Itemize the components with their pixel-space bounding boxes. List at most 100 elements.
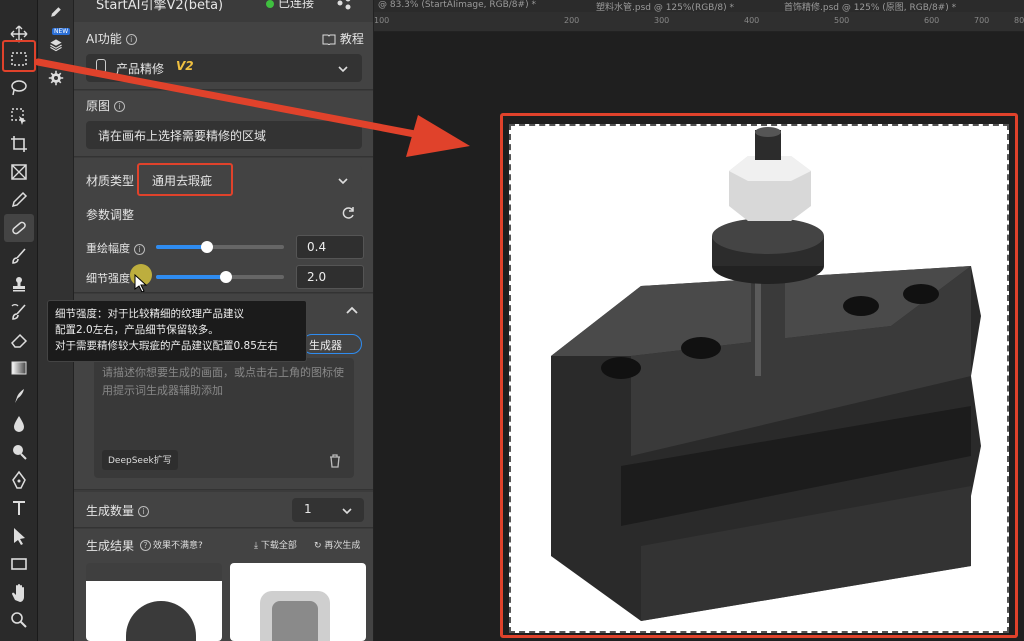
pen-tool-icon[interactable] — [4, 466, 34, 494]
detail-value-field[interactable]: 2.0 — [296, 265, 364, 289]
connection-status: 已连接 — [278, 0, 315, 10]
status-dot — [266, 0, 274, 8]
chevron-up-icon[interactable] — [346, 306, 358, 316]
redraw-value: 0.4 — [307, 240, 327, 254]
share-icon[interactable] — [336, 0, 352, 10]
object-select-tool-icon[interactable] — [4, 102, 34, 130]
frame-tool-icon[interactable] — [4, 158, 34, 186]
canvas-highlight-box — [500, 113, 1018, 638]
ruler-tick: 300 — [654, 16, 670, 25]
detail-text: 细节强度 — [86, 272, 130, 285]
version-badge: V2 — [176, 59, 194, 73]
zoom-tool-icon[interactable] — [4, 606, 34, 634]
unsatisfied-link[interactable]: ? 效果不满意? — [140, 538, 203, 551]
deepseek-text: DeepSeek扩写 — [108, 456, 172, 466]
rectangle-tool-icon[interactable] — [4, 550, 34, 578]
tooltip-line-3: 对于需要精修较大瑕疵的产品建议配置0.85左右 — [55, 340, 278, 352]
type-tool-icon[interactable] — [4, 494, 34, 522]
original-select-hint[interactable]: 请在画布上选择需要精修的区域 — [86, 121, 362, 149]
regenerate-button[interactable]: ↻ 再次生成 — [314, 538, 360, 551]
material-params-section: 材质类型 通用去瑕疵 参数调整 重绘幅度 i 0.4 细节强度 2.0 — [74, 158, 373, 293]
tooltip-line-1: 细节强度：对于比较精细的纹理产品建议 — [55, 308, 244, 320]
doc-tab-1[interactable]: @ 83.3% (StartAIimage, RGB/8#) * — [378, 0, 536, 10]
reset-icon[interactable] — [342, 206, 356, 220]
info-icon[interactable]: i — [114, 101, 126, 112]
blur-tool-icon[interactable] — [4, 410, 34, 438]
original-section: 原图 i 请在画布上选择需要精修的区域 — [74, 91, 373, 157]
original-text: 原图 — [86, 99, 111, 113]
horizontal-ruler: 100 200 300 400 500 600 700 800 — [374, 12, 1024, 32]
photoshop-window: NEW StartAI引擎V2(beta) 已连接 AI功能 i 教程 产品精修 … — [0, 0, 1024, 641]
ruler-tick: 500 — [834, 16, 850, 25]
layers-stack-icon[interactable] — [44, 33, 68, 57]
book-icon — [322, 34, 336, 46]
tutorial-text: 教程 — [339, 32, 364, 46]
ai-function-dropdown[interactable]: 产品精修 V2 — [86, 54, 362, 82]
tutorial-link[interactable]: 教程 — [322, 30, 364, 47]
chevron-down-icon — [338, 66, 348, 73]
redraw-slider[interactable] — [156, 241, 284, 253]
ruler-tick: 100 — [374, 16, 390, 25]
stamp-tool-icon[interactable] — [4, 270, 34, 298]
info-icon[interactable]: i — [134, 243, 145, 255]
engine-title: StartAI引擎V2(beta) — [96, 0, 224, 13]
eraser-tool-icon[interactable] — [4, 326, 34, 354]
count-label: 生成数量 i — [86, 502, 150, 519]
ai-function-text: AI功能 — [86, 32, 122, 46]
redraw-text: 重绘幅度 — [86, 242, 130, 255]
ruler-tick: 200 — [564, 16, 580, 25]
detail-value: 2.0 — [307, 270, 327, 284]
prompt-generator-button[interactable]: 生成器 — [302, 334, 362, 354]
original-label: 原图 i — [86, 97, 126, 114]
document-tabs: @ 83.3% (StartAIimage, RGB/8#) * 塑料水管.ps… — [374, 0, 1024, 12]
ai-function-label: AI功能 i — [86, 30, 137, 47]
gradient-tool-icon[interactable] — [4, 354, 34, 382]
count-dropdown[interactable]: 1 — [292, 498, 364, 522]
download-all-button[interactable]: ⤓ 下载全部 — [254, 538, 297, 551]
generator-text: 生成器 — [309, 339, 342, 352]
chevron-down-icon — [338, 178, 348, 185]
result-thumbnail-2[interactable] — [230, 563, 366, 641]
smudge-tool-icon[interactable] — [4, 382, 34, 410]
info-icon[interactable]: i — [138, 506, 150, 517]
dodge-tool-icon[interactable] — [4, 438, 34, 466]
doc-tab-3[interactable]: 首饰精修.psd @ 125% (原图, RGB/8#) * — [784, 0, 956, 12]
tooltip-line-2: 配置2.0左右，产品细节保留较多。 — [55, 324, 219, 336]
result-thumbnail-1[interactable] — [86, 563, 222, 641]
prompt-textarea[interactable]: 请描述你想要生成的画面，或点击右上角的图标使用提示词生成器辅助添加 DeepSe… — [94, 358, 354, 478]
chevron-down-icon — [342, 508, 352, 515]
deepseek-expand-button[interactable]: DeepSeek扩写 — [102, 450, 178, 470]
detail-slider-fill — [156, 275, 227, 279]
panel-header: StartAI引擎V2(beta) 已连接 — [74, 0, 373, 20]
edit-pencil-icon[interactable] — [44, 0, 68, 24]
hand-tool-icon[interactable] — [4, 578, 34, 606]
detail-label: 细节强度 — [86, 270, 130, 286]
settings-gear-icon[interactable] — [44, 66, 68, 90]
brush-tool-icon[interactable] — [4, 242, 34, 270]
lasso-tool-icon[interactable] — [4, 74, 34, 102]
history-brush-tool-icon[interactable] — [4, 298, 34, 326]
detail-slider[interactable] — [156, 271, 284, 283]
regenerate-text: 再次生成 — [324, 541, 361, 551]
redraw-value-field[interactable]: 0.4 — [296, 235, 364, 259]
eyedropper-tool-icon[interactable] — [4, 186, 34, 214]
crop-tool-icon[interactable] — [4, 130, 34, 158]
marquee-highlight — [2, 40, 36, 72]
redraw-slider-fill — [156, 245, 208, 249]
ruler-tick: 400 — [744, 16, 760, 25]
detail-slider-knob[interactable] — [220, 271, 233, 283]
info-icon[interactable]: i — [125, 34, 137, 45]
doc-tab-2[interactable]: 塑料水管.psd @ 125%(RGB/8) * — [596, 0, 734, 12]
count-value: 1 — [304, 502, 312, 516]
tools-panel — [0, 0, 38, 641]
product-icon — [96, 59, 106, 73]
count-section: 生成数量 i 1 — [74, 492, 373, 528]
healing-brush-tool-icon[interactable] — [4, 214, 34, 242]
material-label: 材质类型 — [86, 174, 135, 188]
redraw-slider-knob[interactable] — [201, 241, 214, 253]
trash-icon[interactable] — [328, 453, 342, 468]
unsatisfied-text: 效果不满意? — [153, 541, 203, 551]
detail-strength-tooltip: 细节强度：对于比较精细的纹理产品建议 配置2.0左右，产品细节保留较多。 对于需… — [47, 300, 307, 362]
path-select-tool-icon[interactable] — [4, 522, 34, 550]
results-label: 生成结果 — [86, 539, 135, 553]
